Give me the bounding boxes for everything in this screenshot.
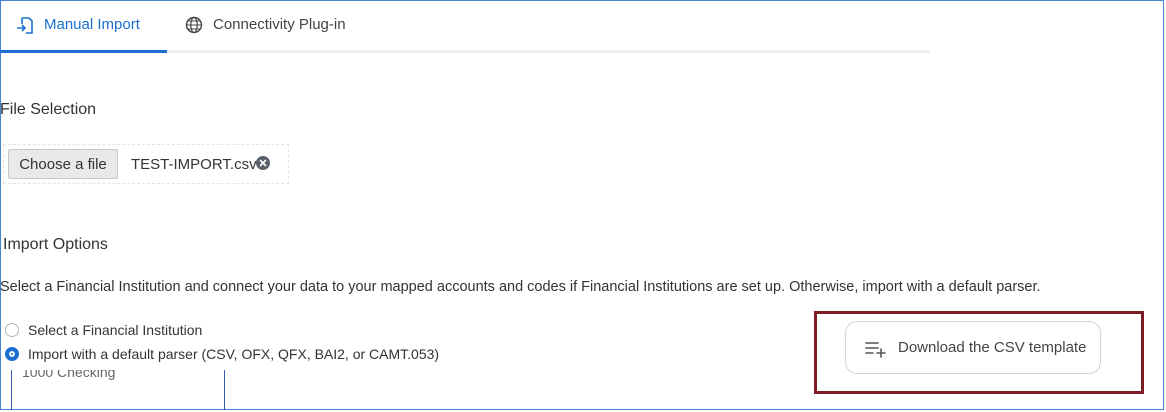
tab-connectivity-plugin[interactable]: Connectivity Plug-in	[185, 16, 346, 50]
tab-active-indicator	[0, 50, 167, 53]
tab-bar: Manual Import Connectivity Plug-in	[0, 0, 930, 54]
tab-connectivity-plugin-label: Connectivity Plug-in	[213, 16, 346, 33]
file-selection-title: File Selection	[0, 101, 97, 118]
clear-file-icon[interactable]	[256, 156, 270, 170]
radio-default-parser[interactable]: Import with a default parser (CSV, OFX, …	[5, 346, 439, 362]
radio-button-unselected[interactable]	[5, 323, 19, 337]
tab-manual-import[interactable]: Manual Import	[16, 16, 140, 50]
radio-select-financial-institution[interactable]: Select a Financial Institution	[5, 322, 202, 338]
tab-manual-import-label: Manual Import	[44, 16, 140, 33]
import-options-title: Import Options	[3, 236, 108, 253]
radio-label: Import with a default parser (CSV, OFX, …	[28, 346, 440, 362]
radio-button-selected[interactable]	[5, 347, 19, 361]
download-csv-template-button[interactable]: Download the CSV template	[845, 321, 1101, 374]
list-add-icon	[864, 338, 888, 358]
account-dropdown[interactable]: 1000 Checking	[11, 370, 225, 410]
selected-file-name: TEST-IMPORT.csv	[131, 156, 257, 173]
radio-label: Select a Financial Institution	[28, 322, 203, 338]
globe-icon	[185, 16, 205, 36]
import-options-description: Select a Financial Institution and conne…	[0, 279, 1041, 295]
download-csv-template-label: Download the CSV template	[898, 339, 1087, 356]
account-dropdown-value: 1000 Checking	[22, 370, 116, 380]
choose-file-button[interactable]: Choose a file	[8, 149, 118, 179]
import-file-icon	[16, 16, 36, 36]
